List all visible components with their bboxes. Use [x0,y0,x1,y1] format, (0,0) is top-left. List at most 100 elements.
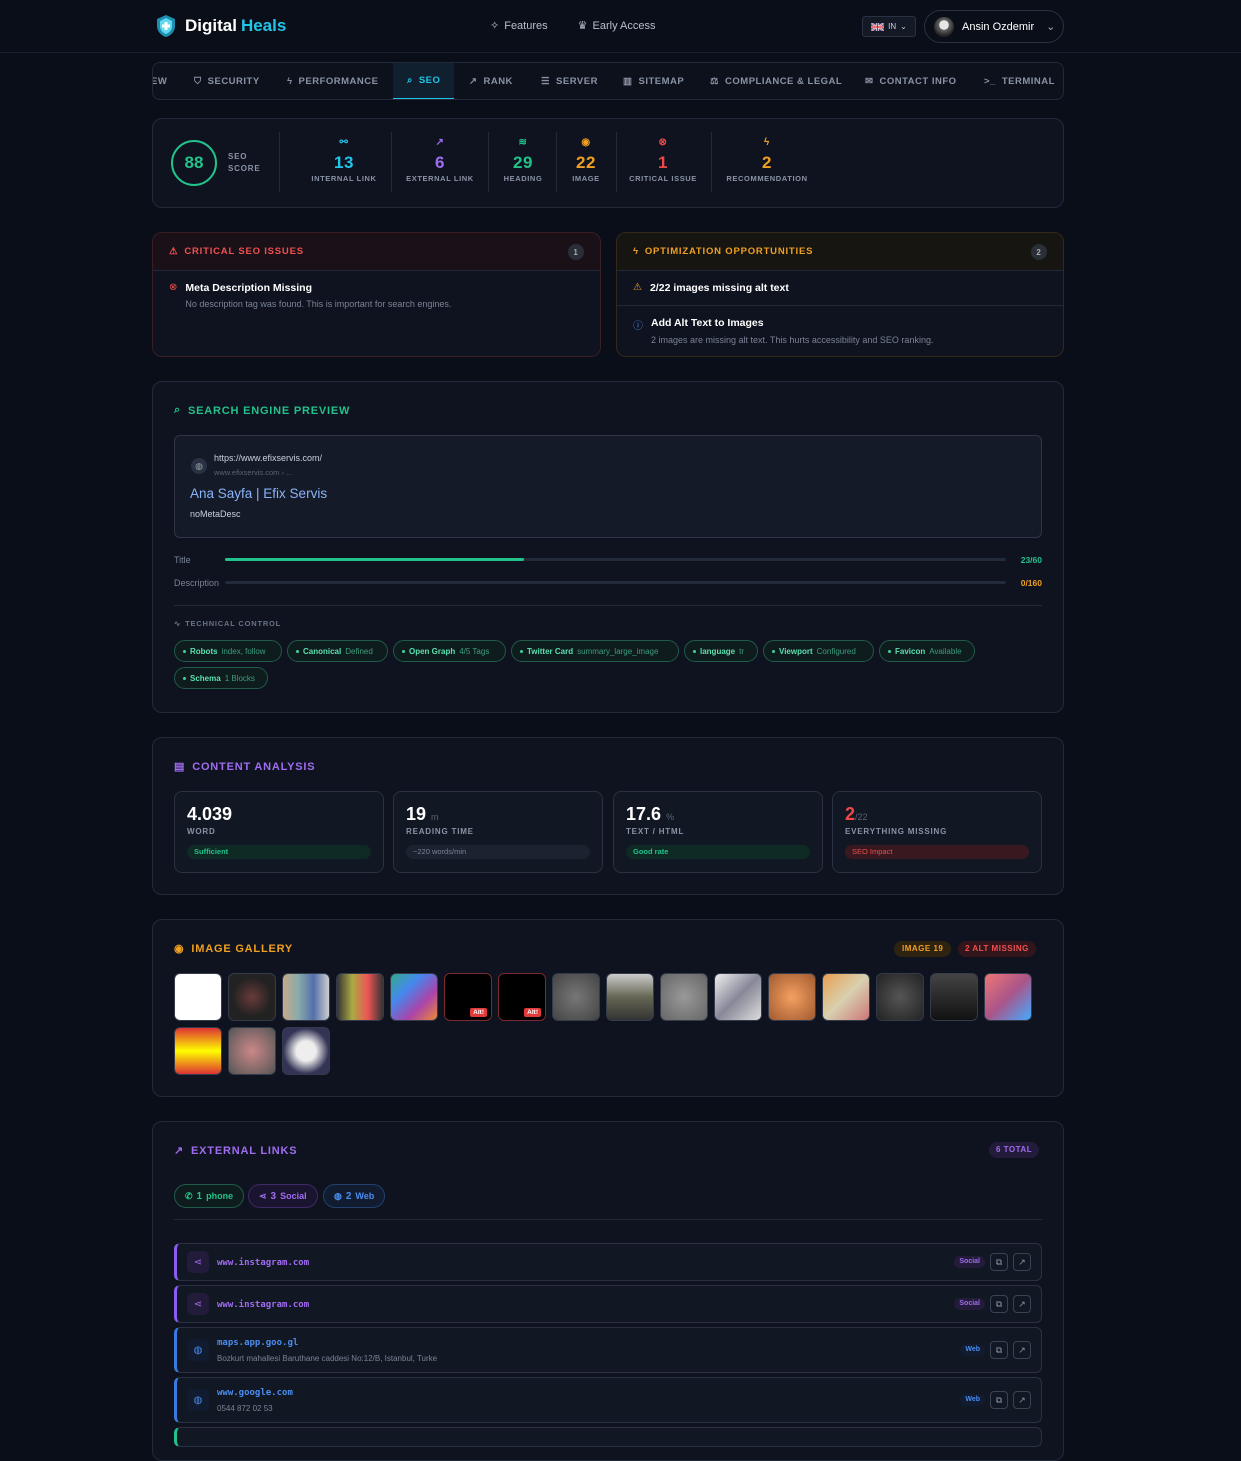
gallery-image[interactable] [552,973,600,1021]
link-row[interactable]: ◍ maps.app.goo.gl Bozkurt mahallesi Baru… [174,1327,1042,1373]
metric-tag: Good rate [626,845,810,859]
globe-icon: ◍ [191,458,207,474]
metric-card-word: 4.039 WORD Sufficient [174,791,384,873]
issue-desc: No description tag was found. This is im… [185,299,452,309]
shield-logo-icon [157,15,175,37]
tab-terminal[interactable]: >_ TERMINAL [984,63,1055,99]
seo-score-label: SEO SCORE [228,151,260,175]
gallery-image[interactable] [660,973,708,1021]
status-dot [772,649,775,653]
gallery-image[interactable] [930,973,978,1021]
filter-label: Web [355,1191,375,1201]
metric-unit: m [431,812,439,822]
copy-icon[interactable]: ⧉ [990,1341,1008,1359]
user-menu[interactable]: Ansin Ozdemir ⌄ [924,10,1064,43]
gallery-image[interactable] [228,1027,276,1075]
tab-server[interactable]: ☰ SERVER [541,63,598,99]
issue-title: Meta Description Missing [185,282,312,294]
nav-early-access[interactable]: ♛ Early Access [578,19,656,33]
filter-social[interactable]: ⋖ 3 Social [248,1184,318,1208]
copy-icon[interactable]: ⧉ [990,1391,1008,1409]
open-external-icon[interactable]: ↗ [1013,1253,1031,1271]
gallery-image[interactable] [282,1027,330,1075]
link-url[interactable]: maps.app.goo.gl [217,1338,298,1348]
copy-icon[interactable]: ⧉ [990,1253,1008,1271]
filter-web[interactable]: ◍ 2 Web [323,1184,386,1208]
tab-compliance[interactable]: ⚖ COMPLIANCE & LEGAL [710,63,843,99]
tab-rank[interactable]: ↗ RANK [469,63,513,99]
language-selector[interactable]: IN ⌄ [862,16,916,37]
sparkles-icon: ✧ [490,20,500,32]
chevron-down-icon: ⌄ [1046,21,1056,33]
avatar [934,16,954,37]
gallery-image[interactable]: Alt! [444,973,492,1021]
brand-name: Digital [185,16,237,35]
tech-value: 4/5 Tags [459,646,490,656]
tab-label: EW [152,76,168,87]
link-type-badge: Social [954,1256,985,1268]
tab-contact-info[interactable]: ✉ CONTACT INFO [865,63,957,99]
gallery-image[interactable] [822,973,870,1021]
copy-icon[interactable]: ⧉ [990,1295,1008,1313]
gallery-image[interactable] [876,973,924,1021]
title-length-label: Title [174,555,191,565]
gallery-image[interactable] [606,973,654,1021]
tech-value: 1 Blocks [224,673,255,683]
gallery-image[interactable] [174,1027,222,1075]
nav-features[interactable]: ✧ Features [490,19,548,33]
gallery-image[interactable]: Alt! [498,973,546,1021]
tab-security[interactable]: ⛉ SECURITY [194,63,260,99]
gallery-image[interactable] [984,973,1032,1021]
serp-title[interactable]: Ana Sayfa | Efix Servis [190,486,327,501]
open-external-icon[interactable]: ↗ [1013,1391,1031,1409]
tab-label: COMPLIANCE & LEGAL [725,76,843,87]
issue-item: ⊗ Meta Description Missing No description… [169,282,451,309]
gallery-image[interactable] [336,973,384,1021]
tech-pill-twitter-card: Twitter Card summary_large_image [511,640,679,662]
gallery-image[interactable] [282,973,330,1021]
trending-up-icon: ↗ [469,76,478,87]
stat-label: INTERNAL LINK [311,174,377,183]
alt-missing-badge: 2 ALT MISSING [958,941,1036,957]
link-type-badge: Web [960,1344,985,1356]
open-external-icon[interactable]: ↗ [1013,1341,1031,1359]
gallery-image[interactable] [714,973,762,1021]
critical-issues-header: ⚠ CRITICAL SEO ISSUES 1 [153,233,600,271]
open-external-icon[interactable]: ↗ [1013,1295,1031,1313]
tab-performance[interactable]: ϟ PERFORMANCE [287,63,378,99]
opportunity-item: ⓘ Add Alt Text to Images 2 images are mis… [633,317,933,345]
nav-features-label: Features [504,19,548,32]
stat-5: ϟ 2 RECOMMENDATION [717,137,817,183]
bolt-icon: ϟ [287,76,293,87]
gallery-image[interactable] [228,973,276,1021]
metric-card-text-html: 17.6 % TEXT / HTML Good rate [613,791,823,873]
metric-number: 17.6 [626,804,662,824]
link-row[interactable]: ◍ www.google.com 0544 872 02 53 Web ⧉ ↗ [174,1377,1042,1423]
tab-overview[interactable]: EW [152,63,168,99]
tab-seo[interactable]: ⌕ SEO [393,63,455,99]
link-row[interactable]: ⋖ www.instagram.com Social ⧉ ↗ [174,1243,1042,1281]
gallery-image[interactable] [174,973,222,1021]
gallery-image[interactable] [390,973,438,1021]
nav-early-access-label: Early Access [592,19,656,32]
optimization-title: OPTIMIZATION OPPORTUNITIES [644,246,814,257]
filter-phone[interactable]: ✆ 1 phone [174,1184,245,1208]
link-url[interactable]: www.instagram.com [217,1300,309,1310]
tab-sitemap[interactable]: ▥ SITEMAP [623,63,684,99]
score-label-1: SEO [228,152,248,161]
logo[interactable]: Digital Heals [155,14,286,38]
globe-icon: ◍ [187,1389,209,1411]
metric-label: TEXT / HTML [626,827,685,836]
content-analysis-title: CONTENT ANALYSIS [192,760,316,773]
server-icon: ☰ [541,76,551,87]
link-row[interactable] [174,1427,1042,1447]
link-row[interactable]: ⋖ www.instagram.com Social ⧉ ↗ [174,1285,1042,1323]
terminal-icon: >_ [984,76,996,87]
tech-pill-viewport: Viewport Configured [763,640,874,662]
gallery-image[interactable] [768,973,816,1021]
opportunity-title: 2/22 images missing alt text [649,282,789,294]
stat-value: 13 [333,153,355,172]
status-dot [520,649,523,653]
link-url[interactable]: www.instagram.com [217,1258,309,1268]
link-url[interactable]: www.google.com [217,1388,293,1398]
